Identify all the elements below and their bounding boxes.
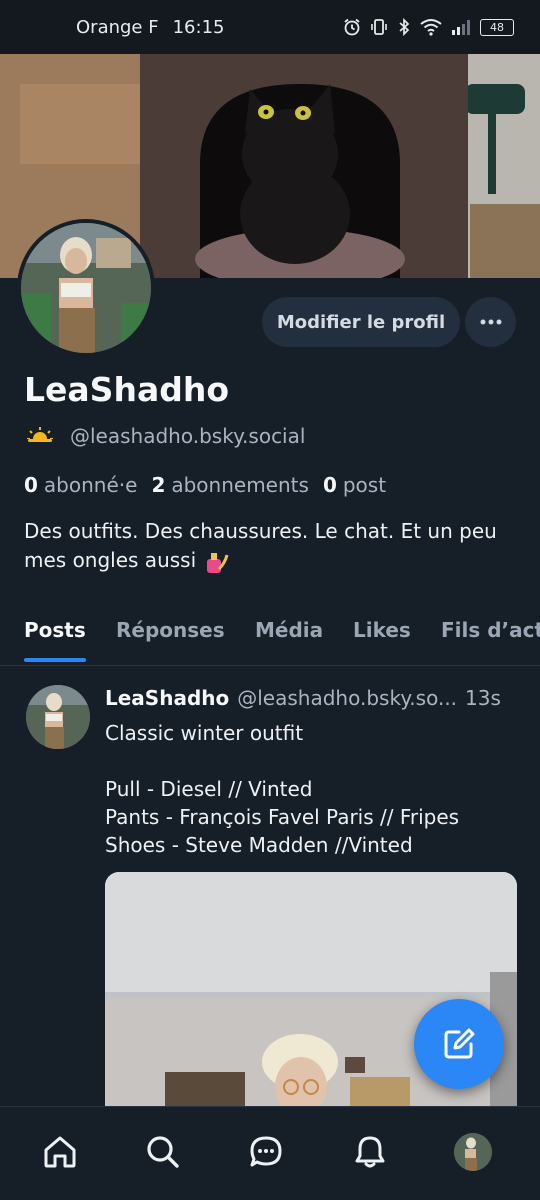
alarm-icon — [344, 18, 360, 36]
compose-button[interactable] — [414, 999, 504, 1089]
posts-label: post — [342, 473, 387, 497]
nav-notifications[interactable] — [345, 1127, 395, 1177]
carrier-name: Orange F — [76, 16, 159, 38]
compose-icon — [444, 1028, 475, 1059]
home-icon — [44, 1136, 76, 1168]
followers-stat[interactable]: 0 abonné·e — [24, 473, 137, 497]
bluetooth-icon — [399, 18, 410, 36]
status-time: 16:15 — [172, 16, 225, 38]
post-author-avatar[interactable] — [26, 685, 90, 749]
signal-icon — [452, 20, 470, 35]
tab-posts[interactable]: Posts — [24, 618, 86, 642]
profile-stats: 0 abonné·e 2 abonnements 0 post — [24, 473, 386, 497]
sun-behind-cloud-icon — [26, 427, 54, 447]
chat-icon — [250, 1136, 282, 1167]
post-text: Classic winter outfit Pull - Diesel // V… — [105, 721, 460, 857]
profile-handle-row: @leashadho.bsky.social — [24, 424, 305, 448]
more-options-button[interactable] — [465, 297, 516, 347]
posts-count: 0 — [322, 473, 337, 497]
avatar-photo — [21, 223, 151, 353]
edit-profile-button[interactable]: Modifier le profil — [262, 297, 460, 347]
nav-avatar-photo — [454, 1133, 492, 1171]
wifi-icon — [420, 19, 442, 36]
search-icon — [147, 1136, 179, 1168]
post-header: LeaShadho @leashadho.bsky.so... 13s — [105, 686, 525, 710]
nav-profile[interactable] — [448, 1127, 498, 1177]
active-tab-indicator — [24, 658, 86, 662]
followers-count: 0 — [24, 473, 38, 497]
nail-polish-icon — [206, 552, 228, 573]
following-count: 2 — [151, 473, 166, 497]
profile-avatar[interactable] — [17, 219, 155, 357]
post-avatar-photo — [26, 685, 90, 749]
followers-label: abonné·e — [43, 473, 138, 497]
profile-bio: Des outfits. Des chaussures. Le chat. Et… — [24, 517, 524, 575]
profile-tabs: Posts Réponses Média Likes Fils d’act — [0, 604, 540, 666]
vibrate-icon — [371, 19, 387, 35]
nav-home[interactable] — [35, 1127, 85, 1177]
status-bar: Orange F 16:15 48 — [0, 0, 540, 54]
battery-icon: 48 — [480, 18, 514, 36]
bell-icon — [355, 1136, 385, 1168]
profile-avatar-small — [454, 1133, 492, 1171]
profile-handle[interactable]: @leashadho.bsky.social — [70, 424, 305, 448]
tab-replies[interactable]: Réponses — [116, 618, 225, 642]
nav-search[interactable] — [138, 1127, 188, 1177]
post-timestamp[interactable]: 13s — [465, 686, 501, 710]
status-icons: 48 — [343, 18, 514, 36]
following-label: abonnements — [171, 473, 309, 497]
more-icon — [480, 319, 501, 325]
nav-chat[interactable] — [241, 1127, 291, 1177]
profile-display-name: LeaShadho — [24, 370, 229, 409]
posts-stat: 0 post — [323, 473, 386, 497]
bottom-navigation — [0, 1106, 540, 1200]
tab-feeds[interactable]: Fils d’act — [441, 618, 540, 642]
following-stat[interactable]: 2 abonnements — [151, 473, 309, 497]
tab-media[interactable]: Média — [255, 618, 323, 642]
bio-text: Des outfits. Des chaussures. Le chat. Et… — [24, 519, 497, 572]
tab-likes[interactable]: Likes — [353, 618, 411, 642]
post-author-name[interactable]: LeaShadho — [105, 686, 229, 710]
post-author-handle[interactable]: @leashadho.bsky.so... — [237, 686, 457, 710]
